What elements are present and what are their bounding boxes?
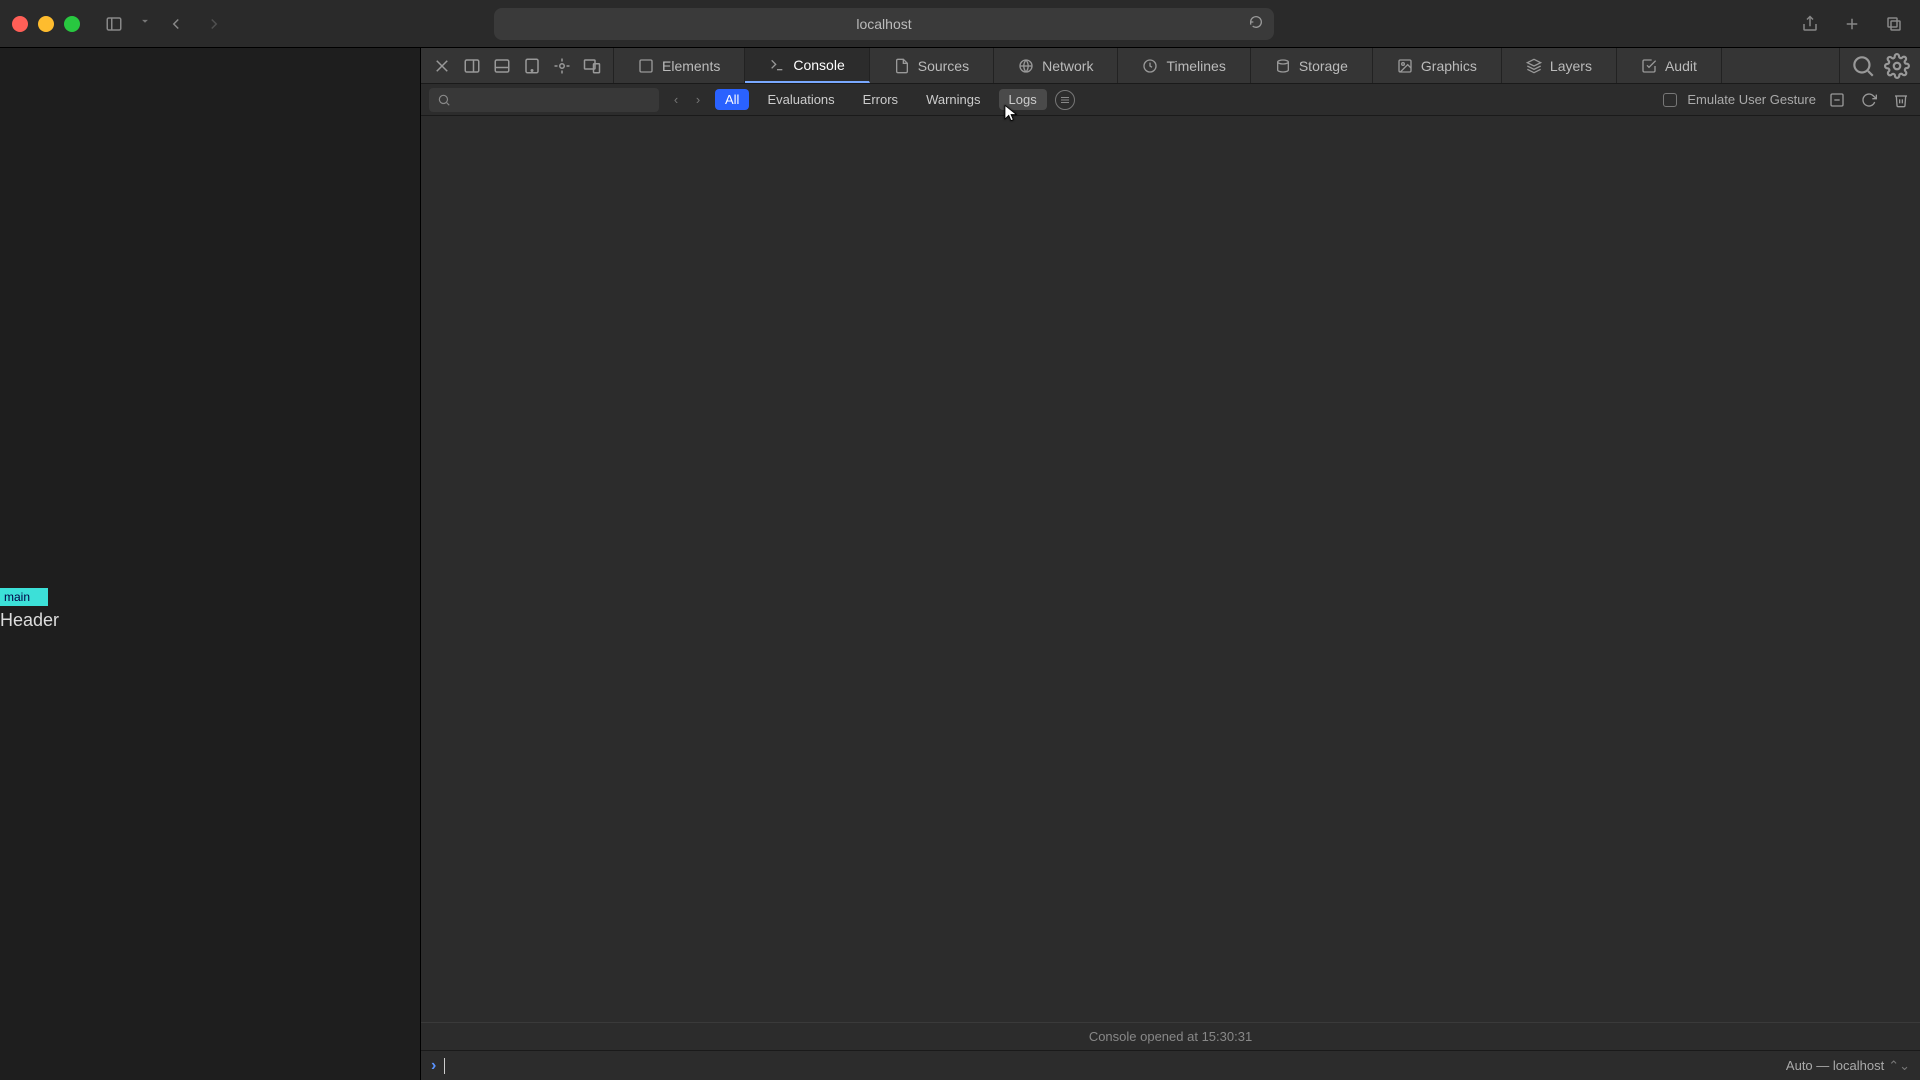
search-icon[interactable]: [1850, 53, 1876, 79]
find-prev-icon[interactable]: ‹: [667, 92, 685, 107]
tab-elements[interactable]: Elements: [614, 48, 745, 83]
tab-graphics[interactable]: Graphics: [1373, 48, 1502, 83]
tab-storage[interactable]: Storage: [1251, 48, 1373, 83]
console-output: Console opened at 15:30:31: [421, 116, 1920, 1050]
console-status-text: Console opened at 15:30:31: [421, 1022, 1920, 1050]
devtools-right-toolgroup: [1839, 48, 1920, 83]
filter-warnings[interactable]: Warnings: [916, 89, 990, 110]
maximize-window-button[interactable]: [64, 16, 80, 32]
filterbar-right: Emulate User Gesture: [1663, 89, 1912, 111]
sidebar-dropdown-icon[interactable]: [138, 14, 152, 33]
console-search-input[interactable]: [429, 88, 659, 112]
find-nav: ‹ ›: [667, 92, 707, 107]
new-tab-icon[interactable]: [1838, 10, 1866, 38]
filter-evaluations[interactable]: Evaluations: [757, 89, 844, 110]
devtools-left-toolgroup: [421, 48, 614, 83]
page-viewport: main Header: [0, 48, 420, 1080]
console-filterbar: ‹ › All Evaluations Errors Warnings Logs…: [421, 84, 1920, 116]
content-area: main Header Elements Console Sources Net…: [0, 48, 1920, 1080]
emulate-gesture-label: Emulate User Gesture: [1687, 92, 1816, 107]
minimize-window-button[interactable]: [38, 16, 54, 32]
find-next-icon[interactable]: ›: [689, 92, 707, 107]
tab-audit[interactable]: Audit: [1617, 48, 1722, 83]
clear-console-icon[interactable]: [1890, 89, 1912, 111]
reload-console-icon[interactable]: [1858, 89, 1880, 111]
select-element-icon[interactable]: [549, 53, 575, 79]
device-icon[interactable]: [519, 53, 545, 79]
dock-bottom-icon[interactable]: [489, 53, 515, 79]
address-bar[interactable]: localhost: [494, 8, 1274, 40]
responsive-icon[interactable]: [579, 53, 605, 79]
back-button[interactable]: [162, 10, 190, 38]
titlebar-right-tools: [1796, 10, 1908, 38]
filter-all[interactable]: All: [715, 89, 749, 110]
tab-sources[interactable]: Sources: [870, 48, 994, 83]
console-prompt[interactable]: › Auto — localhost ⌃⌄: [421, 1050, 1920, 1080]
reload-icon[interactable]: [1248, 14, 1264, 33]
tab-layers[interactable]: Layers: [1502, 48, 1617, 83]
emulate-gesture-checkbox[interactable]: [1663, 93, 1677, 107]
address-text: localhost: [856, 16, 911, 32]
filter-errors[interactable]: Errors: [853, 89, 908, 110]
tab-console[interactable]: Console: [745, 48, 869, 83]
close-window-button[interactable]: [12, 16, 28, 32]
preserve-log-icon[interactable]: [1826, 89, 1848, 111]
close-devtools-icon[interactable]: [429, 53, 455, 79]
sidebar-toggle-button[interactable]: [100, 10, 128, 38]
page-badge: main: [0, 588, 48, 606]
window-controls: [12, 16, 80, 32]
filter-logs[interactable]: Logs: [999, 89, 1047, 110]
context-dropdown-icon: ⌃⌄: [1888, 1058, 1910, 1074]
page-header-text: Header: [0, 610, 59, 631]
devtools-panel: Elements Console Sources Network Timelin…: [420, 48, 1920, 1080]
share-icon[interactable]: [1796, 10, 1824, 38]
tabs-overview-icon[interactable]: [1880, 10, 1908, 38]
filter-settings-icon[interactable]: [1055, 90, 1075, 110]
settings-icon[interactable]: [1884, 53, 1910, 79]
devtools-tabbar: Elements Console Sources Network Timelin…: [421, 48, 1920, 84]
execution-context[interactable]: Auto — localhost ⌃⌄: [1786, 1058, 1910, 1074]
dock-side-icon[interactable]: [459, 53, 485, 79]
tab-timelines[interactable]: Timelines: [1118, 48, 1250, 83]
tab-network[interactable]: Network: [994, 48, 1118, 83]
prompt-caret: [444, 1058, 445, 1074]
forward-button[interactable]: [200, 10, 228, 38]
prompt-chevron-icon: ›: [431, 1057, 436, 1075]
browser-titlebar: localhost: [0, 0, 1920, 48]
